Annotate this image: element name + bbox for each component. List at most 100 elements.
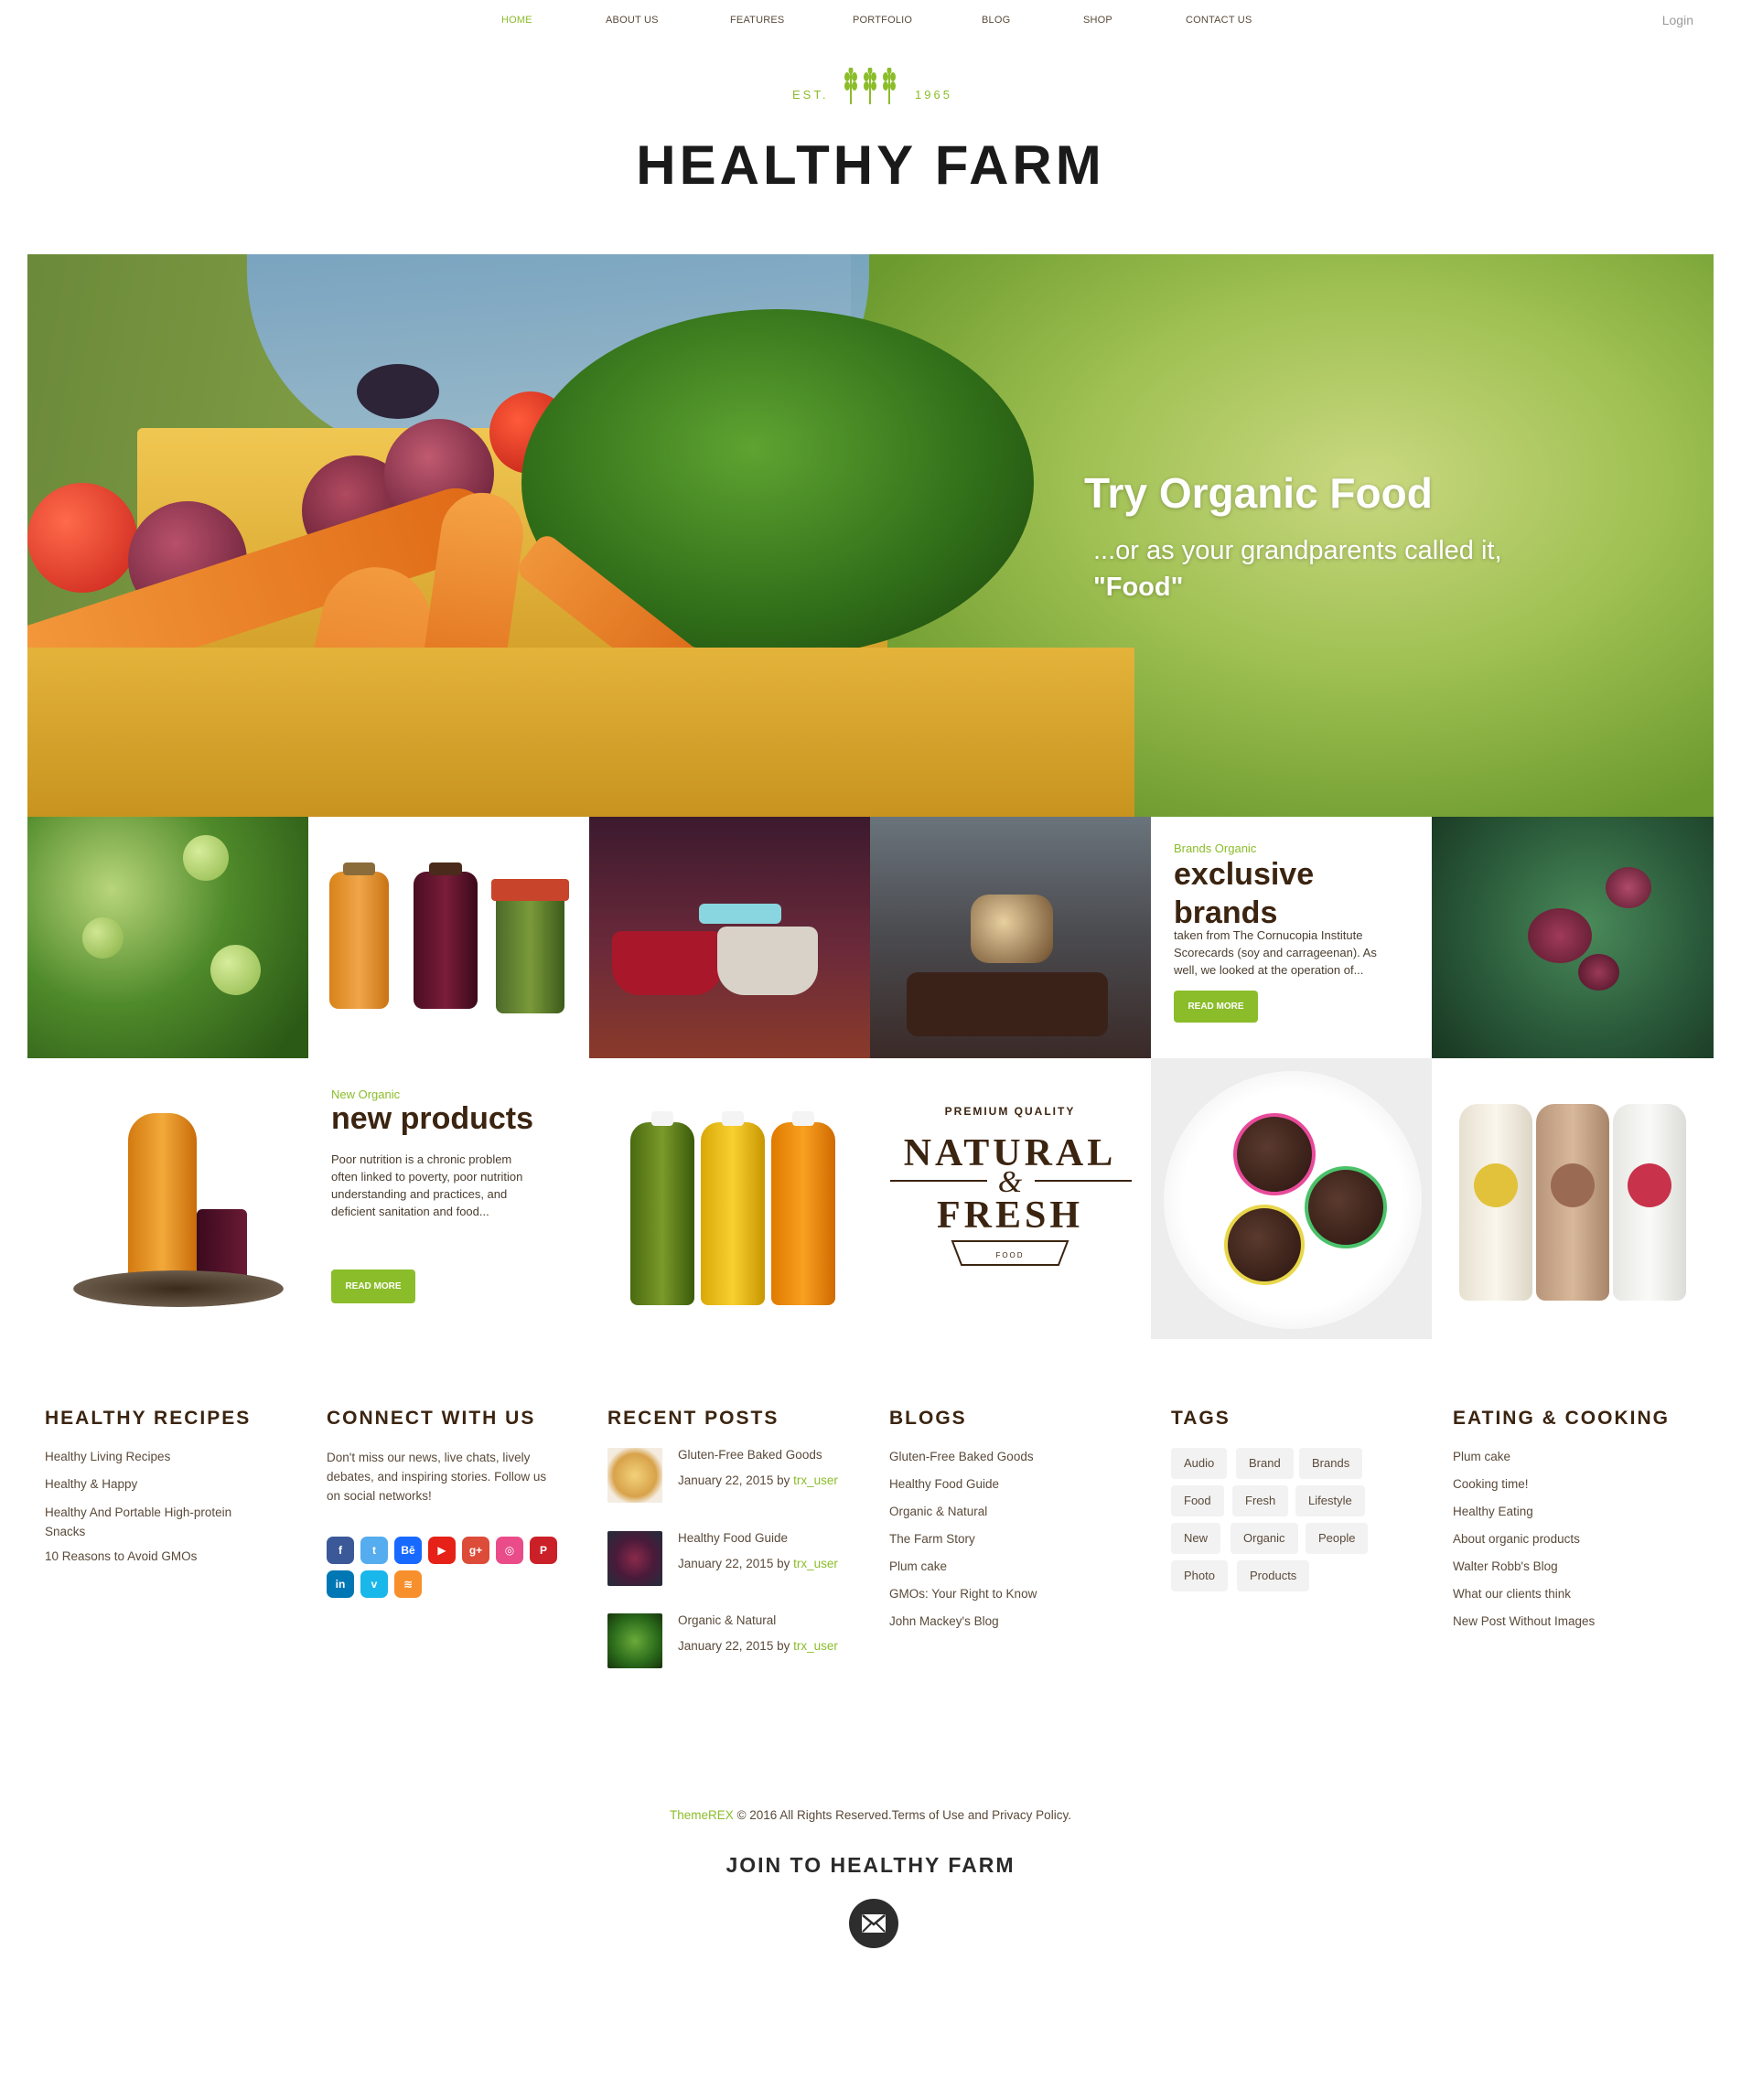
copyright-and: and	[964, 1808, 993, 1822]
post-meta: January 22, 2015 by trx_user	[678, 1557, 838, 1570]
post-thumbnail[interactable]	[607, 1613, 662, 1668]
recipe-link[interactable]: Healthy Living Recipes	[45, 1443, 231, 1471]
muffin-shape	[1233, 1113, 1316, 1195]
youtube-icon[interactable]: ▶	[428, 1537, 456, 1564]
rss-icon[interactable]: ≋	[394, 1570, 422, 1598]
blog-link[interactable]: John Mackey's Blog	[889, 1608, 1037, 1635]
tag-audio[interactable]: Audio	[1171, 1448, 1228, 1479]
tile-milk-bottles[interactable]	[1432, 1058, 1714, 1339]
post-title[interactable]: Healthy Food Guide	[678, 1531, 788, 1545]
jar-pickles	[496, 885, 564, 1013]
nav-contact-us[interactable]: CONTACT US	[1186, 15, 1295, 26]
tile-chocolate[interactable]	[870, 817, 1151, 1058]
nav-about-us[interactable]: ABOUT US	[606, 15, 730, 26]
connect-text-line3: on social networks!	[327, 1489, 432, 1503]
nav-blog[interactable]: BLOG	[982, 15, 1083, 26]
tile-juice-product[interactable]	[27, 1058, 308, 1339]
blog-link[interactable]: Plum cake	[889, 1553, 1037, 1580]
recipe-link[interactable]: Snacks	[45, 1522, 231, 1541]
bottle-yellow	[701, 1122, 765, 1305]
post-author[interactable]: trx_user	[793, 1639, 838, 1653]
logo-year: 1965	[915, 88, 952, 102]
facebook-icon[interactable]: f	[327, 1537, 354, 1564]
products-text-line4: deficient sanitation and food...	[331, 1205, 489, 1218]
post-title[interactable]: Gluten-Free Baked Goods	[678, 1448, 822, 1462]
themerex-link[interactable]: ThemeREX	[670, 1808, 734, 1822]
blog-link[interactable]: Organic & Natural	[889, 1498, 1037, 1526]
post-meta: January 22, 2015 by trx_user	[678, 1473, 838, 1487]
post-date: January 22, 2015 by	[678, 1557, 790, 1570]
tile-juice-bottles[interactable]	[589, 1058, 870, 1339]
tile-products-promo: New Organic new products Poor nutrition …	[308, 1058, 589, 1339]
tag-organic[interactable]: Organic	[1231, 1523, 1298, 1554]
brands-read-more-button[interactable]: READ MORE	[1174, 991, 1258, 1023]
login-link[interactable]: Login	[1662, 13, 1693, 27]
top-navigation: HOME ABOUT US FEATURES PORTFOLIO BLOG SH…	[0, 0, 1741, 40]
brands-title-line1: exclusive	[1174, 857, 1315, 892]
blog-link[interactable]: GMOs: Your Right to Know	[889, 1580, 1037, 1608]
logo-est: EST.	[792, 88, 829, 102]
eating-link[interactable]: Plum cake	[1453, 1443, 1595, 1471]
subscribe-button[interactable]	[849, 1899, 898, 1948]
muffin-shape	[1224, 1205, 1305, 1285]
linkedin-icon[interactable]: in	[327, 1570, 354, 1598]
tag-photo[interactable]: Photo	[1171, 1560, 1228, 1591]
products-read-more-button[interactable]: READ MORE	[331, 1270, 415, 1303]
tile-muffins[interactable]	[1151, 1058, 1432, 1339]
berry-shape	[1578, 954, 1619, 991]
hero-slider[interactable]: Try Organic Food ...or as your grandpare…	[27, 254, 1714, 817]
tile-apples[interactable]	[27, 817, 308, 1058]
dribbble-icon[interactable]: ◎	[496, 1537, 523, 1564]
nav-features[interactable]: FEATURES	[730, 15, 853, 26]
products-title: new products	[331, 1101, 534, 1136]
eating-link[interactable]: Cooking time!	[1453, 1471, 1595, 1498]
pinterest-icon[interactable]: P	[530, 1537, 557, 1564]
nav-portfolio[interactable]: PORTFOLIO	[853, 15, 982, 26]
tile-cupcakes[interactable]	[589, 817, 870, 1058]
tile-jars[interactable]	[308, 817, 589, 1058]
tag-fresh[interactable]: Fresh	[1232, 1485, 1289, 1516]
eating-link[interactable]: About organic products	[1453, 1526, 1595, 1553]
post-title[interactable]: Organic & Natural	[678, 1613, 776, 1627]
blog-link[interactable]: The Farm Story	[889, 1526, 1037, 1553]
jar-lid	[491, 879, 569, 901]
recipe-link[interactable]: Healthy And Portable High-protein	[45, 1503, 231, 1522]
nav-shop[interactable]: SHOP	[1083, 15, 1186, 26]
blog-link[interactable]: Gluten-Free Baked Goods	[889, 1443, 1037, 1471]
nav-home[interactable]: HOME	[501, 15, 606, 26]
blog-link[interactable]: Healthy Food Guide	[889, 1471, 1037, 1498]
hero-subtitle-bold: "Food"	[1093, 573, 1184, 602]
clothespin-shape	[699, 904, 781, 924]
post-thumbnail[interactable]	[607, 1531, 662, 1586]
tag-products[interactable]: Products	[1237, 1560, 1310, 1591]
tile-berries[interactable]	[1432, 817, 1714, 1058]
post-author[interactable]: trx_user	[793, 1557, 838, 1570]
behance-icon[interactable]: Bē	[394, 1537, 422, 1564]
tag-brands[interactable]: Brands	[1299, 1448, 1363, 1479]
apple-shape	[82, 917, 124, 959]
privacy-link[interactable]: Privacy Policy.	[992, 1808, 1071, 1822]
chocolate-shape	[971, 895, 1053, 963]
tag-people[interactable]: People	[1306, 1523, 1369, 1554]
eating-link[interactable]: Healthy Eating	[1453, 1498, 1595, 1526]
tag-new[interactable]: New	[1171, 1523, 1221, 1554]
tag-brand[interactable]: Brand	[1236, 1448, 1294, 1479]
recipe-link[interactable]: Healthy & Happy	[45, 1471, 231, 1498]
google-plus-icon[interactable]: g+	[462, 1537, 489, 1564]
site-title[interactable]: HEALTHY FARM	[0, 134, 1741, 197]
eating-link[interactable]: New Post Without Images	[1453, 1608, 1595, 1635]
tile-natural-fresh[interactable]: PREMIUM QUALITY NATURAL & FRESH FOOD	[870, 1058, 1151, 1339]
vimeo-icon[interactable]: v	[360, 1570, 388, 1598]
terms-link[interactable]: Terms of Use	[892, 1808, 965, 1822]
post-thumbnail[interactable]	[607, 1448, 662, 1503]
berry-shape	[1528, 908, 1592, 963]
post-author[interactable]: trx_user	[793, 1473, 838, 1487]
tag-food[interactable]: Food	[1171, 1485, 1224, 1516]
eating-link[interactable]: What our clients think	[1453, 1580, 1595, 1608]
join-heading: JOIN TO HEALTHY FARM	[725, 1853, 1016, 1877]
twitter-icon[interactable]: t	[360, 1537, 388, 1564]
tag-lifestyle[interactable]: Lifestyle	[1295, 1485, 1365, 1516]
recipe-link[interactable]: 10 Reasons to Avoid GMOs	[45, 1543, 231, 1570]
eating-link[interactable]: Walter Robb's Blog	[1453, 1553, 1595, 1580]
healthy-recipes-list: Healthy Living Recipes Healthy & Happy H…	[45, 1443, 231, 1570]
